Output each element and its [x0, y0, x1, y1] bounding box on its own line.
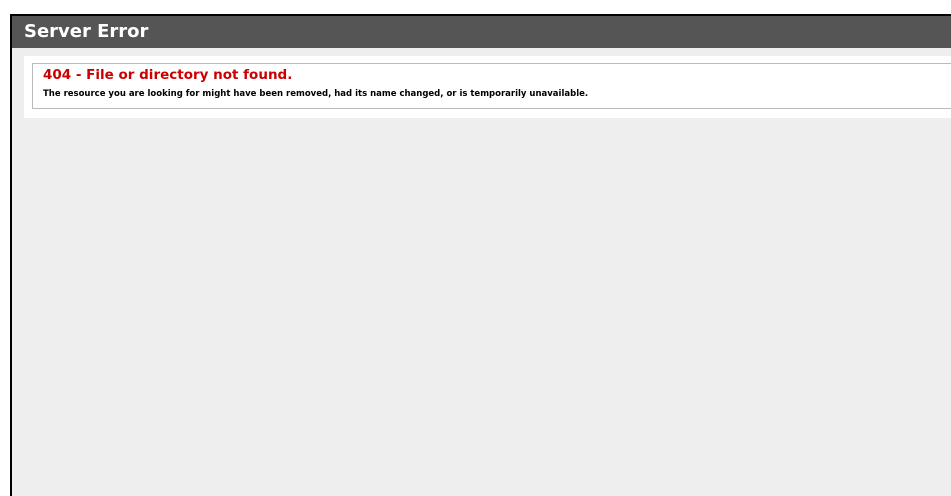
page-header: Server Error [12, 16, 951, 48]
page-title: Server Error [24, 21, 149, 42]
error-content-panel: 404 - File or directory not found. The r… [24, 56, 951, 118]
error-title: 404 - File or directory not found. [43, 67, 293, 83]
error-fieldset: 404 - File or directory not found. The r… [32, 63, 951, 109]
error-description: The resource you are looking for might h… [43, 89, 589, 99]
error-page-window: Server Error 404 - File or directory not… [10, 14, 951, 496]
